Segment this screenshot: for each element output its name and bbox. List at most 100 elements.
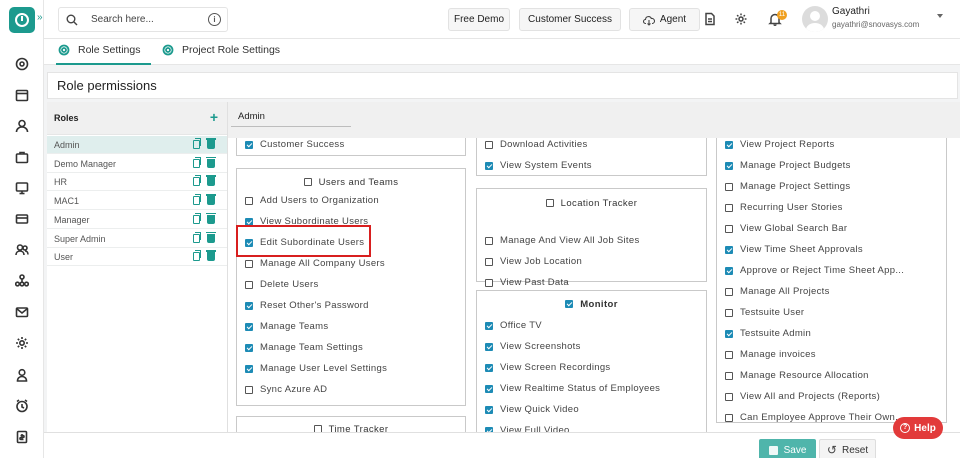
- search-box[interactable]: Search here... i: [58, 7, 228, 32]
- customer-success-button[interactable]: Customer Success: [519, 8, 621, 31]
- copy-icon[interactable]: [193, 231, 201, 243]
- permission-checkbox[interactable]: [245, 280, 253, 289]
- trash-icon[interactable]: [206, 231, 216, 243]
- permission-item[interactable]: View Realtime Status of Employees: [485, 383, 660, 394]
- permission-checkbox[interactable]: [245, 343, 253, 352]
- copy-icon[interactable]: [193, 156, 201, 168]
- free-demo-button[interactable]: Free Demo: [448, 8, 510, 31]
- permission-item[interactable]: Manage invoices: [725, 349, 816, 360]
- permission-item[interactable]: View Screenshots: [485, 341, 581, 352]
- permission-checkbox[interactable]: [485, 257, 493, 266]
- invoice-icon[interactable]: [15, 430, 29, 444]
- permission-item[interactable]: Manage All Projects: [725, 286, 830, 297]
- trash-icon[interactable]: [206, 250, 216, 262]
- permission-item[interactable]: View Project Reports: [725, 139, 835, 150]
- profile-icon[interactable]: [15, 368, 29, 382]
- permission-item[interactable]: Manage Project Settings: [725, 181, 850, 192]
- gear-icon[interactable]: [734, 12, 748, 26]
- info-icon[interactable]: i: [208, 13, 221, 26]
- permission-item[interactable]: Recurring User Stories: [725, 202, 843, 213]
- permission-item[interactable]: Sync Azure AD: [245, 384, 327, 395]
- role-list-item[interactable]: HR: [47, 173, 227, 192]
- permission-checkbox[interactable]: [485, 405, 493, 414]
- help-button[interactable]: ? Help: [893, 417, 943, 439]
- trash-icon[interactable]: [206, 175, 216, 187]
- agent-button[interactable]: Agent: [629, 8, 700, 31]
- permission-checkbox[interactable]: [485, 140, 493, 149]
- role-list-item[interactable]: Super Admin: [47, 230, 227, 248]
- permission-checkbox[interactable]: [725, 203, 733, 212]
- permission-item[interactable]: View Screen Recordings: [485, 362, 610, 373]
- permission-checkbox[interactable]: [485, 321, 493, 330]
- group-checkbox[interactable]: [303, 178, 312, 186]
- user-name[interactable]: Gayathri: [832, 6, 870, 17]
- permission-item[interactable]: Reset Other's Password: [245, 300, 369, 311]
- role-list-item[interactable]: Admin: [47, 136, 227, 154]
- org-chart-icon[interactable]: [14, 274, 30, 288]
- permission-item[interactable]: Manage Team Settings: [245, 342, 363, 353]
- role-list-item[interactable]: User: [47, 248, 227, 267]
- reset-button[interactable]: ↺ Reset: [819, 439, 876, 458]
- users-icon[interactable]: [15, 243, 29, 257]
- alarm-icon[interactable]: [15, 399, 29, 413]
- permission-item[interactable]: View Quick Video: [485, 404, 579, 415]
- permission-checkbox[interactable]: [725, 161, 733, 170]
- permission-checkbox[interactable]: [245, 322, 253, 331]
- permission-checkbox[interactable]: [725, 266, 733, 275]
- permission-checkbox[interactable]: [485, 384, 493, 393]
- trash-icon[interactable]: [206, 194, 216, 206]
- briefcase-icon[interactable]: [15, 150, 29, 164]
- permission-item[interactable]: Manage Project Budgets: [725, 160, 851, 171]
- trash-icon[interactable]: [206, 138, 216, 149]
- permission-item[interactable]: Manage All Company Users: [245, 258, 385, 269]
- trash-icon[interactable]: [206, 212, 216, 224]
- permission-checkbox[interactable]: [725, 350, 733, 359]
- permission-checkbox[interactable]: [725, 329, 733, 338]
- permission-item[interactable]: Testsuite Admin: [725, 328, 811, 339]
- copy-icon[interactable]: [193, 194, 201, 206]
- permission-checkbox[interactable]: [245, 301, 253, 310]
- role-list-item[interactable]: Manager: [47, 211, 227, 229]
- tab-project-role-settings[interactable]: Project Role Settings: [162, 44, 280, 56]
- permission-item[interactable]: Delete Users: [245, 279, 319, 290]
- permission-checkbox[interactable]: [725, 392, 733, 401]
- permission-checkbox[interactable]: [245, 196, 253, 205]
- permission-item[interactable]: View Time Sheet Approvals: [725, 244, 863, 255]
- expand-nav-icon[interactable]: »: [37, 12, 42, 23]
- permission-checkbox[interactable]: [245, 364, 253, 373]
- card-icon[interactable]: [15, 212, 29, 226]
- permission-checkbox[interactable]: [725, 182, 733, 191]
- permission-checkbox[interactable]: [725, 224, 733, 233]
- permission-item[interactable]: View Job Location: [485, 256, 582, 267]
- permission-item[interactable]: Download Activities: [485, 139, 588, 150]
- permission-item[interactable]: Customer Success: [245, 139, 345, 150]
- search-placeholder[interactable]: Search here...: [91, 14, 154, 25]
- permission-item[interactable]: View Past Data: [485, 277, 569, 288]
- save-button[interactable]: Save: [759, 439, 816, 458]
- permission-checkbox[interactable]: [725, 287, 733, 296]
- copy-icon[interactable]: [193, 138, 201, 149]
- copy-icon[interactable]: [193, 175, 201, 187]
- dashboard-icon[interactable]: [15, 57, 29, 71]
- permission-checkbox[interactable]: [485, 161, 493, 170]
- permission-item[interactable]: View All and Projects (Reports): [725, 391, 880, 402]
- chevron-down-icon[interactable]: [937, 14, 943, 18]
- permission-checkbox[interactable]: [245, 385, 253, 394]
- document-icon[interactable]: [703, 12, 717, 26]
- permission-item[interactable]: Manage User Level Settings: [245, 363, 387, 374]
- permission-item[interactable]: Manage And View All Job Sites: [485, 235, 640, 246]
- permission-item[interactable]: Add Users to Organization: [245, 195, 379, 206]
- role-list-item[interactable]: Demo Manager: [47, 155, 227, 173]
- group-checkbox[interactable]: [565, 300, 574, 308]
- tab-role-settings[interactable]: Role Settings: [58, 44, 140, 56]
- permission-item[interactable]: View Full Video: [485, 425, 570, 432]
- calendar-icon[interactable]: [15, 88, 29, 102]
- permission-item[interactable]: Manage Resource Allocation: [725, 370, 869, 381]
- permission-checkbox[interactable]: [725, 413, 733, 422]
- permission-item[interactable]: Office TV: [485, 320, 542, 331]
- permission-checkbox[interactable]: [485, 342, 493, 351]
- permission-checkbox[interactable]: [725, 245, 733, 254]
- trash-icon[interactable]: [206, 156, 216, 168]
- permission-item[interactable]: Manage Teams: [245, 321, 328, 332]
- permission-checkbox[interactable]: [485, 236, 493, 245]
